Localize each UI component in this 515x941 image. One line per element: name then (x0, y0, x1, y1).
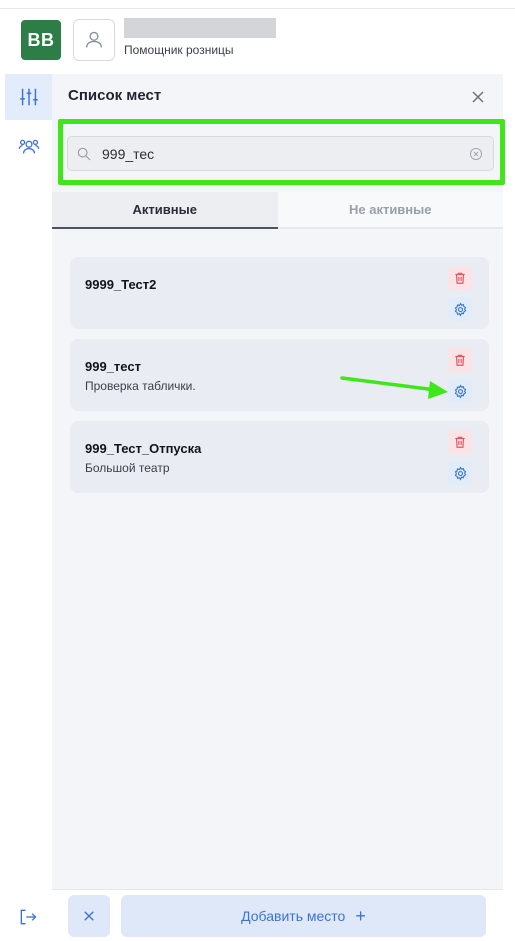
footer-divider (52, 889, 503, 890)
close-button[interactable] (467, 86, 489, 108)
cancel-button[interactable] (68, 895, 110, 937)
search-input[interactable] (102, 145, 467, 162)
add-place-button[interactable]: Добавить место + (121, 895, 486, 937)
add-place-label: Добавить место (241, 908, 346, 924)
place-title: 999_тест (85, 359, 141, 374)
user-icon (85, 31, 103, 48)
close-icon (84, 911, 94, 921)
settings-button[interactable] (448, 297, 472, 321)
panel-header: Список мест (52, 74, 503, 120)
annotation-arrow-icon (340, 376, 448, 399)
place-title: 999_Тест_Отпуска (85, 441, 202, 456)
place-subtitle: Большой театр (85, 461, 170, 475)
trash-icon (455, 436, 465, 448)
settings-button[interactable] (448, 461, 472, 485)
tab-active[interactable]: Активные (52, 192, 278, 229)
tab-inactive[interactable]: Не активные (277, 192, 503, 229)
username-redacted (124, 18, 276, 38)
status-tabs: Активные Не активные (52, 192, 503, 229)
list-item[interactable]: 999_Тест_Отпуска Большой театр (70, 421, 489, 493)
rail-filters-button[interactable] (5, 74, 52, 120)
gear-icon (454, 465, 466, 481)
delete-button[interactable] (448, 430, 472, 454)
filters-icon (19, 88, 38, 106)
gear-icon (454, 383, 466, 399)
panel-title: Список мест (68, 87, 162, 104)
logout-button[interactable] (8, 902, 48, 932)
close-icon (472, 91, 484, 103)
logout-icon (20, 909, 37, 925)
trash-icon (455, 354, 465, 366)
delete-button[interactable] (448, 348, 472, 372)
avatar[interactable] (73, 19, 115, 61)
places-panel: Список мест Активные Не активные 9999_Те… (52, 74, 505, 889)
rail-users-button[interactable] (5, 124, 52, 170)
search-clear-button[interactable] (467, 145, 485, 163)
app-logo[interactable]: BB (21, 20, 61, 60)
plus-icon: + (355, 905, 366, 926)
place-subtitle: Проверка таблички. (85, 379, 196, 393)
users-icon (18, 139, 39, 154)
search-field[interactable] (67, 136, 494, 171)
search-icon (77, 147, 91, 160)
trash-icon (455, 272, 465, 284)
place-title: 9999_Тест2 (85, 277, 157, 292)
left-rail (0, 74, 52, 941)
top-divider (0, 8, 515, 9)
gear-icon (454, 301, 466, 317)
delete-button[interactable] (448, 266, 472, 290)
user-role: Помощник розницы (124, 43, 234, 57)
list-item[interactable]: 9999_Тест2 (70, 257, 489, 329)
clear-circle-icon (469, 147, 483, 160)
